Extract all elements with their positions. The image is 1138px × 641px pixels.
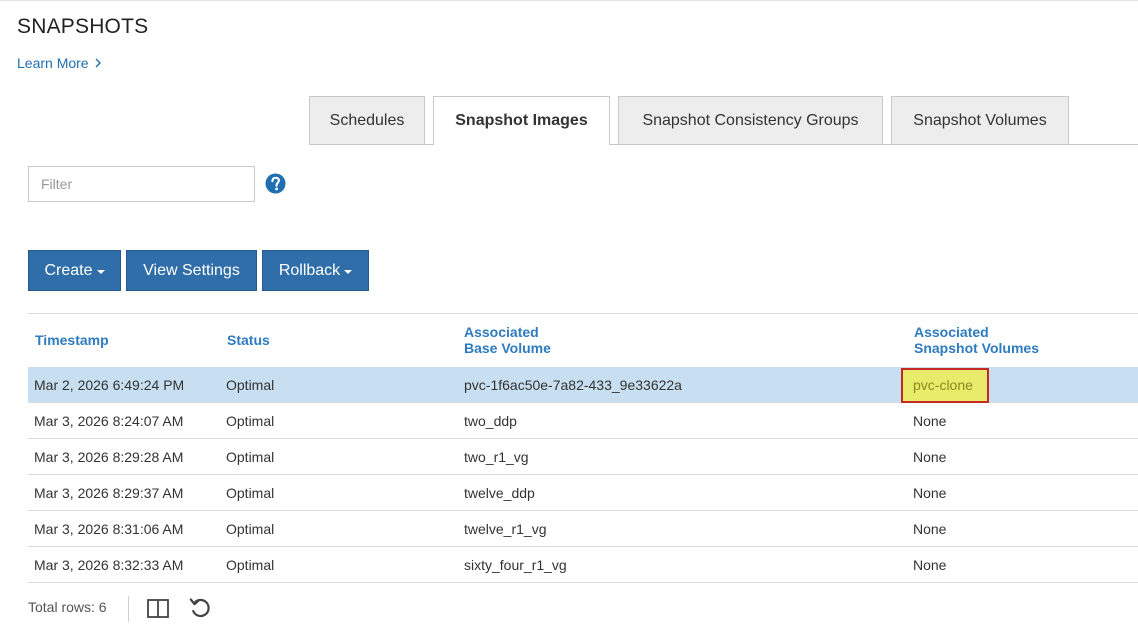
cell-timestamp: Mar 3, 2026 8:32:33 AM (34, 557, 184, 573)
total-rows-count: Total rows: 6 (28, 599, 107, 615)
cell-base-volume: twelve_r1_vg (464, 521, 547, 537)
top-border (0, 0, 1138, 1)
tab-snapshot-consistency-groups[interactable]: Snapshot Consistency Groups (618, 96, 883, 144)
column-header-snapshot-volumes[interactable]: Associated Snapshot Volumes (914, 324, 1039, 356)
tab-label: Snapshot Volumes (913, 111, 1047, 129)
cell-timestamp: Mar 3, 2026 8:24:07 AM (34, 413, 184, 429)
column-header-base-volume[interactable]: Associated Base Volume (464, 324, 551, 356)
tab-bar: Schedules Snapshot Images Snapshot Consi… (309, 96, 1077, 145)
cell-status: Optimal (226, 485, 275, 501)
tab-snapshot-images[interactable]: Snapshot Images (433, 96, 610, 145)
header-label: Base Volume (464, 340, 551, 356)
table-row[interactable]: Mar 3, 2026 8:24:07 AM Optimal two_ddp N… (28, 403, 1138, 439)
table-row[interactable]: Mar 3, 2026 8:31:06 AM Optimal twelve_r1… (28, 511, 1138, 547)
create-label: Create (44, 261, 93, 279)
footer-divider (128, 596, 129, 622)
cell-timestamp: Mar 2, 2026 6:49:24 PM (34, 377, 185, 393)
header-label: Associated (464, 324, 539, 340)
table-row[interactable]: Mar 3, 2026 8:29:28 AM Optimal two_r1_vg… (28, 439, 1138, 475)
cell-snapshot-volumes: None (913, 485, 947, 501)
question-circle-icon[interactable] (265, 173, 286, 194)
table-top-border (28, 313, 1138, 314)
cell-timestamp: Mar 3, 2026 8:29:28 AM (34, 449, 184, 465)
column-header-status[interactable]: Status (227, 332, 270, 348)
cell-base-volume: two_ddp (464, 413, 517, 429)
tab-label: Schedules (329, 111, 405, 129)
column-header-timestamp[interactable]: Timestamp (35, 332, 109, 348)
columns-icon[interactable] (147, 599, 169, 618)
table-row[interactable]: Mar 2, 2026 6:49:24 PM Optimal pvc-1f6ac… (28, 367, 1138, 403)
chevron-right-icon (95, 58, 101, 68)
caret-down-icon (96, 269, 105, 274)
learn-more-link[interactable]: Learn More (17, 55, 103, 71)
cell-base-volume: sixty_four_r1_vg (464, 557, 567, 573)
tab-schedules[interactable]: Schedules (309, 96, 425, 144)
cell-snapshot-volumes: None (913, 413, 947, 429)
header-label: Status (227, 332, 270, 348)
cell-snapshot-volumes: None (913, 521, 947, 537)
cell-snapshot-volumes: None (913, 449, 947, 465)
table-row[interactable]: Mar 3, 2026 8:29:37 AM Optimal twelve_dd… (28, 475, 1138, 511)
cell-base-volume: twelve_ddp (464, 485, 535, 501)
view-settings-label: View Settings (143, 261, 240, 279)
rollback-button[interactable]: Rollback (262, 250, 369, 291)
cell-status: Optimal (226, 557, 275, 573)
page-title: SNAPSHOTS (17, 15, 149, 38)
cell-status: Optimal (226, 449, 275, 465)
create-button[interactable]: Create (28, 250, 121, 291)
header-label: Associated (914, 324, 989, 340)
header-label: Timestamp (35, 332, 109, 348)
caret-down-icon (344, 269, 353, 274)
table-row[interactable]: Mar 3, 2026 8:32:33 AM Optimal sixty_fou… (28, 547, 1138, 583)
filter-input[interactable] (28, 166, 255, 202)
cell-base-volume: two_r1_vg (464, 449, 529, 465)
cell-status: Optimal (226, 413, 275, 429)
refresh-icon[interactable] (189, 597, 211, 619)
cell-timestamp: Mar 3, 2026 8:29:37 AM (34, 485, 184, 501)
cell-timestamp: Mar 3, 2026 8:31:06 AM (34, 521, 184, 537)
learn-more-label: Learn More (17, 55, 89, 71)
cell-status: Optimal (226, 377, 275, 393)
tab-label: Snapshot Images (455, 112, 588, 129)
cell-snapshot-volumes: None (913, 557, 947, 573)
view-settings-button[interactable]: View Settings (126, 250, 257, 291)
cell-snapshot-volumes-highlighted[interactable]: pvc-clone (901, 368, 989, 403)
tab-snapshot-volumes[interactable]: Snapshot Volumes (891, 96, 1069, 144)
tab-label: Snapshot Consistency Groups (642, 111, 859, 129)
header-label: Snapshot Volumes (914, 340, 1039, 356)
cell-base-volume: pvc-1f6ac50e-7a82-433_9e33622a (464, 377, 682, 393)
cell-status: Optimal (226, 521, 275, 537)
rollback-label: Rollback (278, 261, 341, 279)
